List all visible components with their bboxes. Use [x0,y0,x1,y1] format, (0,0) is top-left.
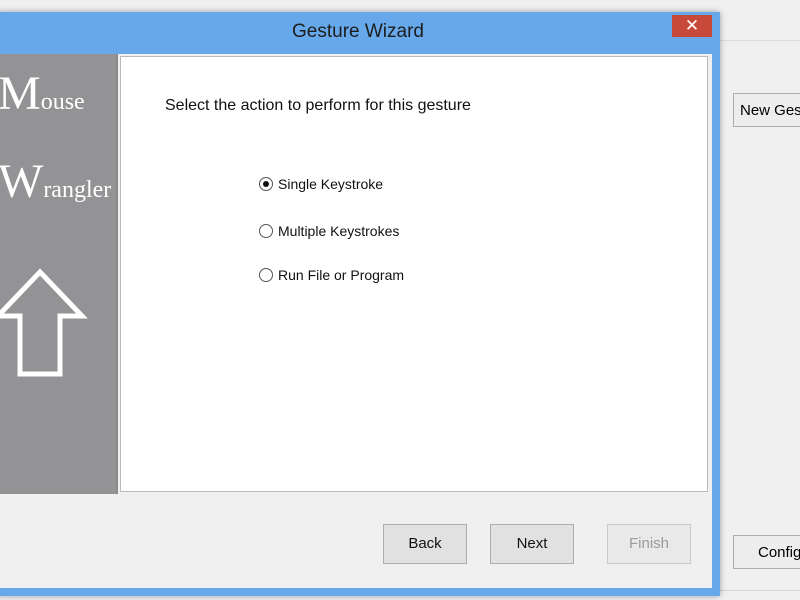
close-icon: ✕ [684,16,700,35]
radio-button[interactable] [259,224,273,238]
background-divider [720,40,800,41]
option-label: Multiple Keystrokes [278,223,400,239]
option-multiple-keystrokes[interactable]: Multiple Keystrokes [259,220,399,242]
back-button[interactable]: Back [383,524,467,564]
option-run-file-or-program[interactable]: Run File or Program [259,264,404,286]
gesture-wizard-dialog: Gesture Wizard ✕ Mouse Wrangler Select t… [0,12,720,596]
configure-button[interactable]: Config [733,535,800,569]
next-button[interactable]: Next [490,524,574,564]
logo-line-mouse: Mouse [0,67,85,120]
close-button[interactable]: ✕ [672,15,712,37]
option-single-keystroke[interactable]: Single Keystroke [259,173,383,195]
dialog-client-area: Mouse Wrangler Select the action to perf… [0,54,712,588]
new-gesture-button[interactable]: New Gest [733,93,800,127]
up-arrow-icon [0,268,88,377]
logo-line-wrangler: Wrangler [0,155,112,208]
option-label: Single Keystroke [278,176,384,192]
window-title: Gesture Wizard [292,21,424,42]
step-prompt: Select the action to perform for this ge… [165,97,471,114]
option-label: Run File or Program [278,267,405,283]
wizard-content-panel: Select the action to perform for this ge… [120,56,708,492]
title-bar[interactable]: Gesture Wizard ✕ [0,12,720,54]
radio-button[interactable] [259,268,273,282]
wizard-banner: Mouse Wrangler [0,54,118,494]
radio-button-selected[interactable] [259,177,273,191]
finish-button: Finish [607,524,691,564]
